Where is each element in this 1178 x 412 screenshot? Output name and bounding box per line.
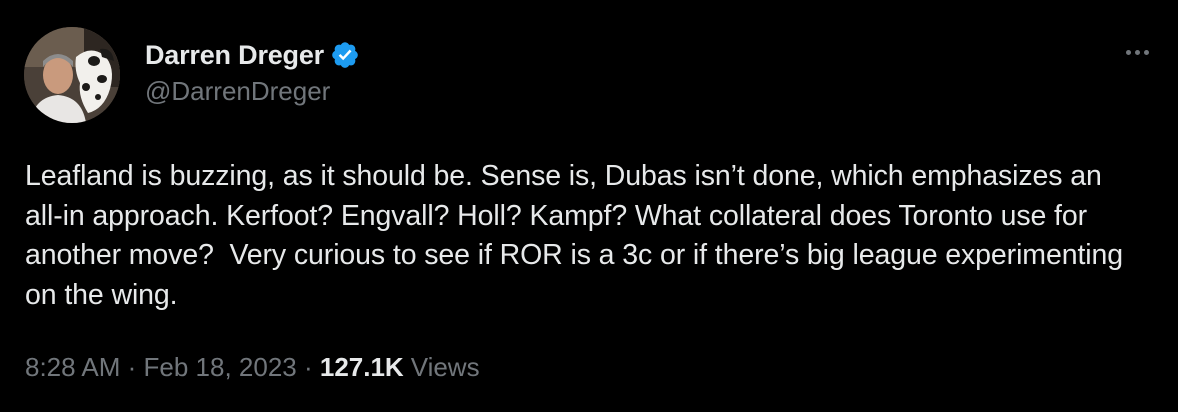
author-block: Darren Dreger @DarrenDreger — [145, 38, 360, 107]
verified-badge-icon — [330, 40, 360, 70]
tweet-meta: 8:28 AM · Feb 18, 2023 · 127.1K Views — [25, 352, 480, 383]
tweet-text: Leafland is buzzing, as it should be. Se… — [25, 160, 1131, 311]
meta-separator: · — [120, 352, 144, 382]
display-name[interactable]: Darren Dreger — [145, 40, 324, 71]
name-row: Darren Dreger — [145, 38, 360, 72]
meta-separator: · — [296, 352, 320, 382]
more-dot — [1125, 49, 1131, 55]
tweet-time[interactable]: 8:28 AM — [25, 352, 120, 383]
views-count: 127.1K — [319, 352, 404, 382]
avatar[interactable] — [24, 27, 120, 123]
views-label: Views — [410, 352, 480, 382]
avatar-image — [24, 27, 120, 123]
more-dot — [1143, 49, 1149, 55]
more-horizontal-icon[interactable] — [1120, 42, 1154, 62]
tweet-date[interactable]: Feb 18, 2023 — [144, 352, 297, 383]
more-dot — [1134, 49, 1140, 55]
tweet: Darren Dreger @DarrenDreger Leafland is … — [0, 0, 1178, 412]
handle[interactable]: @DarrenDreger — [145, 76, 360, 107]
